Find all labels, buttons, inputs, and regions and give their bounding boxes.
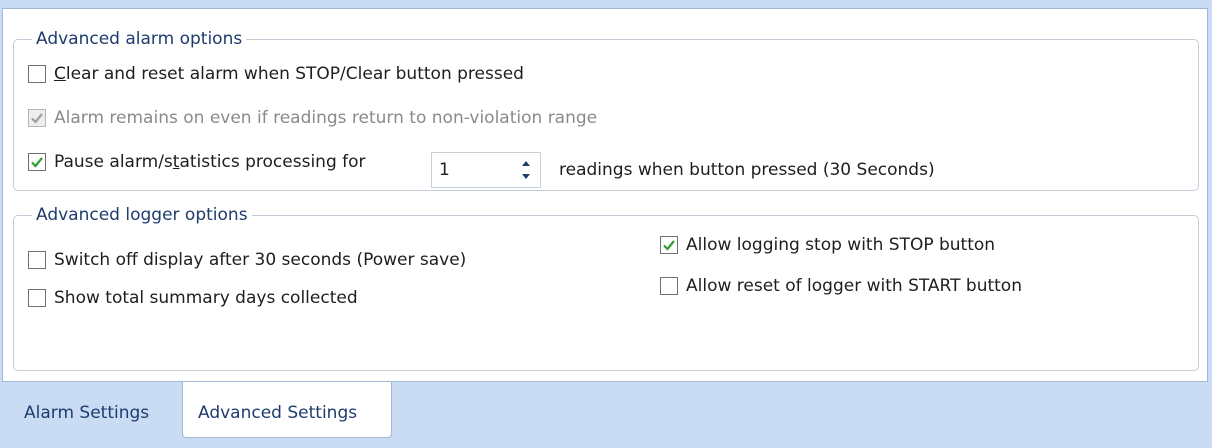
alarm-remains-checkbox-row[interactable]: Alarm remains on even if readings return… xyxy=(28,107,597,129)
allow-reset-label: Allow reset of logger with START button xyxy=(686,276,1022,296)
show-summary-label: Show total summary days collected xyxy=(54,288,358,308)
pause-readings-value[interactable]: 1 xyxy=(439,159,450,181)
allow-stop-label: Allow logging stop with STOP button xyxy=(686,235,996,255)
tab-advanced-settings-label: Advanced Settings xyxy=(198,403,358,423)
clear-reset-alarm-checkbox-row[interactable]: Clear and reset alarm when STOP/Clear bu… xyxy=(28,63,524,85)
spin-up-icon[interactable] xyxy=(516,156,536,170)
window-top-strip xyxy=(0,0,1212,8)
spinner-buttons xyxy=(516,156,536,184)
switch-off-display-checkbox-row[interactable]: Switch off display after 30 seconds (Pow… xyxy=(28,249,466,271)
advanced-settings-panel: Advanced alarm options Clear and reset a… xyxy=(2,8,1208,382)
allow-reset-checkbox-row[interactable]: Allow reset of logger with START button xyxy=(660,275,1022,297)
allow-stop-checkbox[interactable] xyxy=(660,236,678,254)
checkmark-icon xyxy=(31,157,43,168)
checkmark-icon xyxy=(663,240,675,251)
tab-alarm-settings[interactable]: Alarm Settings xyxy=(10,384,182,436)
allow-reset-checkbox[interactable] xyxy=(660,277,678,295)
clear-reset-alarm-checkbox[interactable] xyxy=(28,65,46,83)
logger-options-legend: Advanced logger options xyxy=(32,203,252,227)
switch-off-display-label: Switch off display after 30 seconds (Pow… xyxy=(54,250,467,270)
pause-alarm-label: Pause alarm/statistics processing for xyxy=(54,152,366,172)
tab-advanced-settings[interactable]: Advanced Settings xyxy=(182,382,392,438)
spin-down-icon[interactable] xyxy=(516,170,536,184)
show-summary-checkbox-row[interactable]: Show total summary days collected xyxy=(28,287,358,309)
show-summary-checkbox[interactable] xyxy=(28,289,46,307)
pause-alarm-checkbox[interactable] xyxy=(28,153,46,171)
alarm-remains-label: Alarm remains on even if readings return… xyxy=(54,108,598,128)
allow-stop-checkbox-row[interactable]: Allow logging stop with STOP button xyxy=(660,234,995,256)
pause-readings-spinner[interactable]: 1 xyxy=(431,152,541,188)
pause-alarm-checkbox-row[interactable]: Pause alarm/statistics processing for xyxy=(28,151,366,173)
checkmark-icon xyxy=(31,113,43,124)
clear-reset-alarm-label: Clear and reset alarm when STOP/Clear bu… xyxy=(54,64,524,84)
pause-readings-suffix: readings when button pressed (30 Seconds… xyxy=(559,160,935,180)
switch-off-display-checkbox[interactable] xyxy=(28,251,46,269)
tab-alarm-settings-label: Alarm Settings xyxy=(24,403,150,423)
alarm-options-legend: Advanced alarm options xyxy=(32,27,247,51)
alarm-remains-checkbox[interactable] xyxy=(28,109,46,127)
